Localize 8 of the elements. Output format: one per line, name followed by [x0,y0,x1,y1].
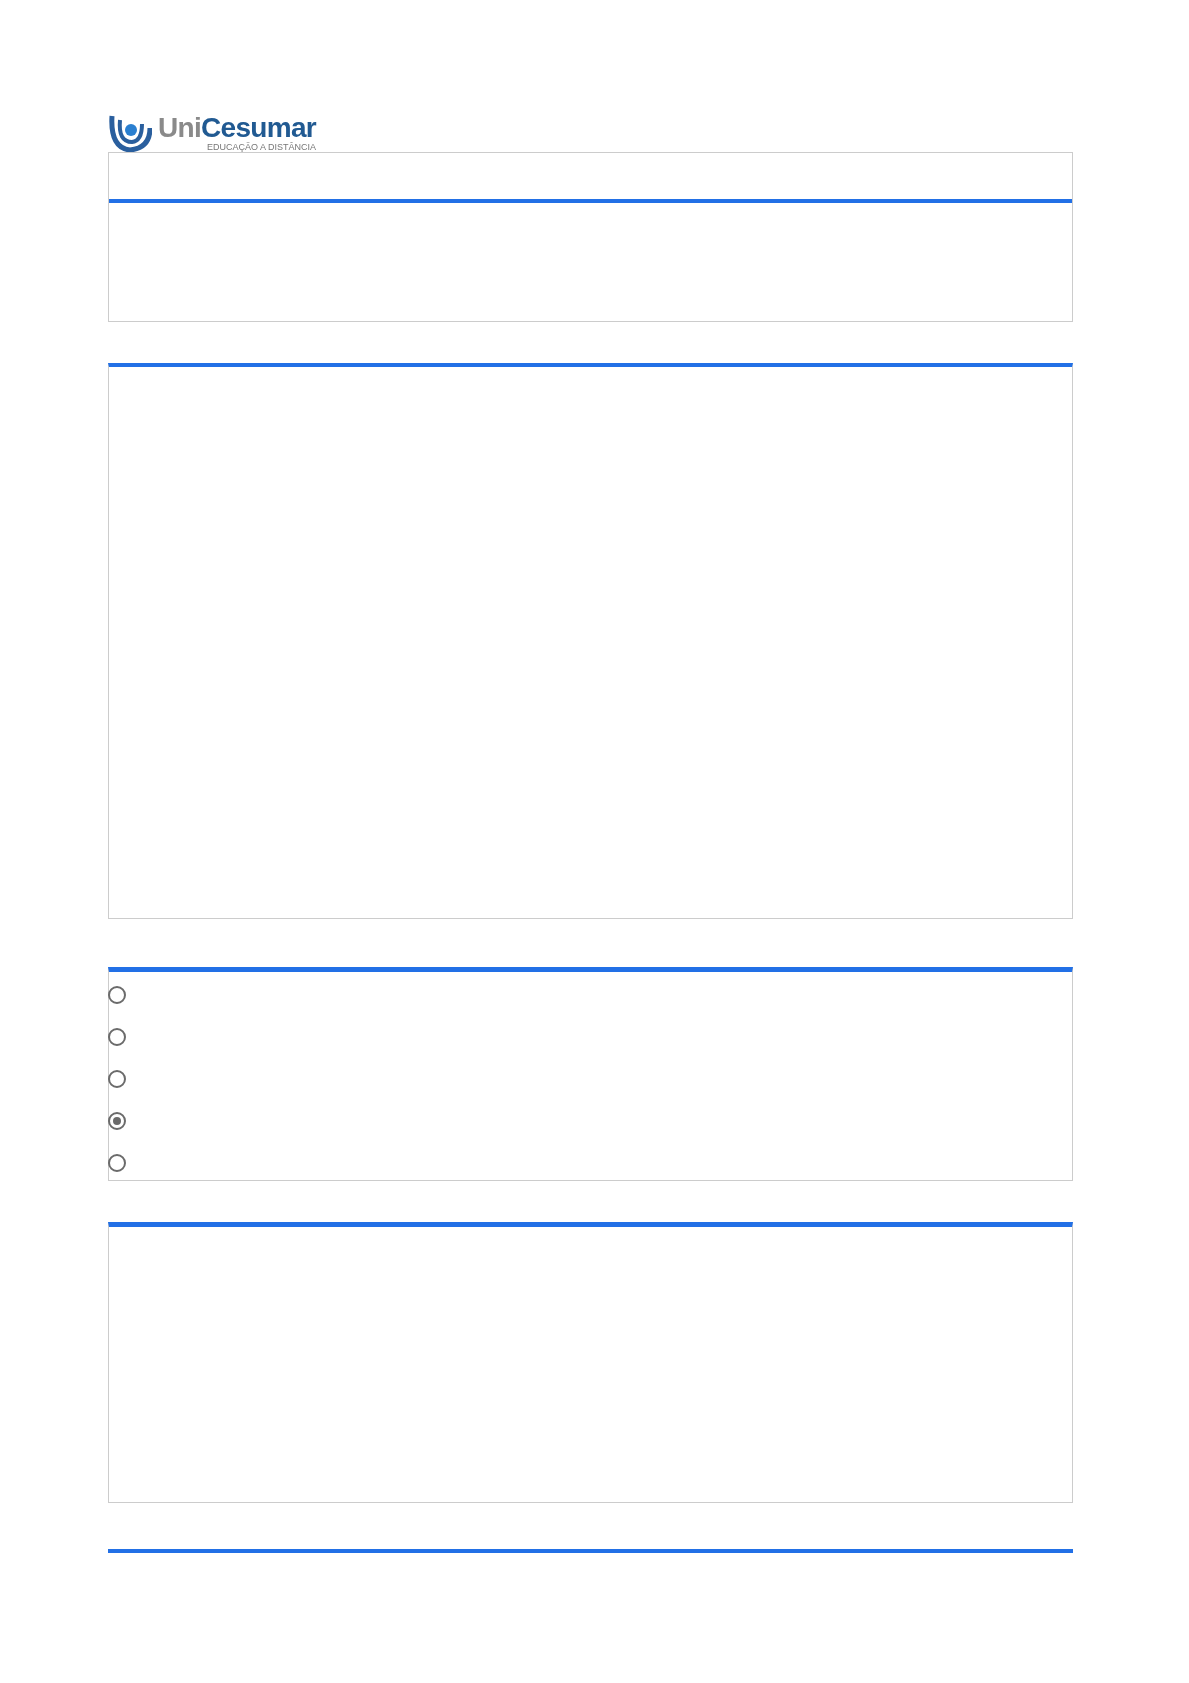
logo-wordmark: UniCesumar [158,114,316,142]
logo-icon [108,114,152,152]
radio-button[interactable] [108,1154,126,1172]
radio-button[interactable] [108,1112,126,1130]
logo-tagline: EDUCAÇÃO A DISTÂNCIA [206,143,316,152]
radio-button[interactable] [108,1028,126,1046]
radio-button[interactable] [108,1070,126,1088]
radio-button[interactable] [108,986,126,1004]
